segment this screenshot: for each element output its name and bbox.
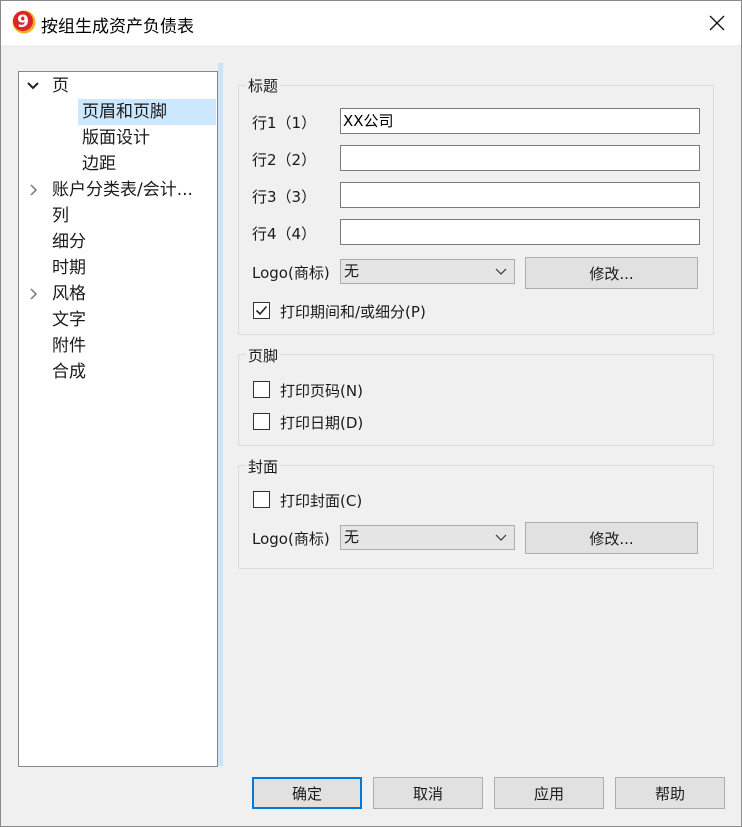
tree-item-composition[interactable]: 合成	[52, 359, 86, 385]
row3-input[interactable]	[340, 182, 700, 208]
tree-item-page[interactable]: 页	[52, 73, 69, 99]
print-period-checkbox[interactable]	[253, 302, 270, 319]
print-page-number-checkbox[interactable]	[253, 381, 270, 398]
cover-logo-modify-button[interactable]: 修改...	[525, 522, 698, 554]
tree-item-style[interactable]: 风格	[52, 281, 86, 307]
print-date-checkbox[interactable]	[253, 413, 270, 430]
settings-tree: 页 页眉和页脚 版面设计 边距 账户分类表/会计... 列 细分 时期 风格 文…	[18, 71, 218, 767]
cancel-button[interactable]: 取消	[373, 777, 483, 809]
title-logo-modify-button[interactable]: 修改...	[525, 257, 698, 289]
tree-item-columns[interactable]: 列	[52, 203, 69, 229]
row1-input[interactable]	[340, 108, 700, 134]
row4-label: 行4（4）	[252, 225, 317, 243]
cover-logo-label: Logo(商标)	[252, 530, 330, 548]
row2-label: 行2（2）	[252, 151, 317, 169]
chevron-right-icon	[30, 288, 38, 300]
title-logo-select[interactable]: 无	[340, 259, 515, 284]
print-cover-checkbox[interactable]	[253, 491, 270, 508]
tree-item-attachments[interactable]: 附件	[52, 333, 86, 359]
cover-logo-value: 无	[344, 528, 360, 546]
dialog-window: 9 按组生成资产负债表 页 页眉和页脚 版面设计 边距 账户分类表/会计... …	[0, 0, 742, 827]
row2-input[interactable]	[340, 145, 700, 171]
print-cover-label[interactable]: 打印封面(C)	[280, 490, 362, 511]
ok-button[interactable]: 确定	[252, 777, 362, 809]
app-logo-icon: 9	[12, 10, 36, 34]
print-period-label[interactable]: 打印期间和/或细分(P)	[280, 301, 426, 322]
row1-label: 行1（1）	[252, 114, 317, 132]
tree-item-periods[interactable]: 时期	[52, 255, 86, 281]
cover-logo-select[interactable]: 无	[340, 525, 515, 550]
row3-label: 行3（3）	[252, 188, 317, 206]
footer-group-label: 页脚	[246, 345, 281, 366]
print-date-label[interactable]: 打印日期(D)	[280, 412, 363, 433]
row4-input[interactable]	[340, 219, 700, 245]
help-button[interactable]: 帮助	[615, 777, 725, 809]
chevron-right-icon	[30, 184, 38, 196]
close-icon	[709, 15, 725, 31]
tree-item-accounts[interactable]: 账户分类表/会计...	[52, 177, 193, 203]
panel-splitter[interactable]	[218, 63, 223, 766]
chevron-down-icon	[495, 260, 507, 290]
svg-text:9: 9	[17, 12, 29, 32]
tree-item-header-footer[interactable]: 页眉和页脚	[78, 99, 216, 125]
tree-expand-toggle[interactable]	[26, 281, 40, 307]
cover-group-label: 封面	[246, 456, 281, 477]
tree-item-margins[interactable]: 边距	[82, 151, 116, 177]
tree-expand-toggle[interactable]	[26, 73, 40, 99]
tree-expand-toggle[interactable]	[26, 177, 40, 203]
tree-item-layout[interactable]: 版面设计	[82, 125, 150, 151]
title-group-label: 标题	[246, 75, 281, 96]
title-logo-value: 无	[344, 262, 360, 280]
tree-item-texts[interactable]: 文字	[52, 307, 86, 333]
close-button[interactable]	[701, 9, 733, 37]
title-bar: 9 按组生成资产负债表	[1, 1, 741, 45]
tree-item-segments[interactable]: 细分	[52, 229, 86, 255]
apply-button[interactable]: 应用	[494, 777, 604, 809]
title-logo-label: Logo(商标)	[252, 264, 330, 282]
window-title: 按组生成资产负债表	[41, 17, 194, 37]
checkmark-icon	[255, 305, 268, 316]
chevron-down-icon	[495, 526, 507, 556]
print-page-number-label[interactable]: 打印页码(N)	[280, 380, 363, 401]
chevron-down-icon	[27, 82, 39, 90]
